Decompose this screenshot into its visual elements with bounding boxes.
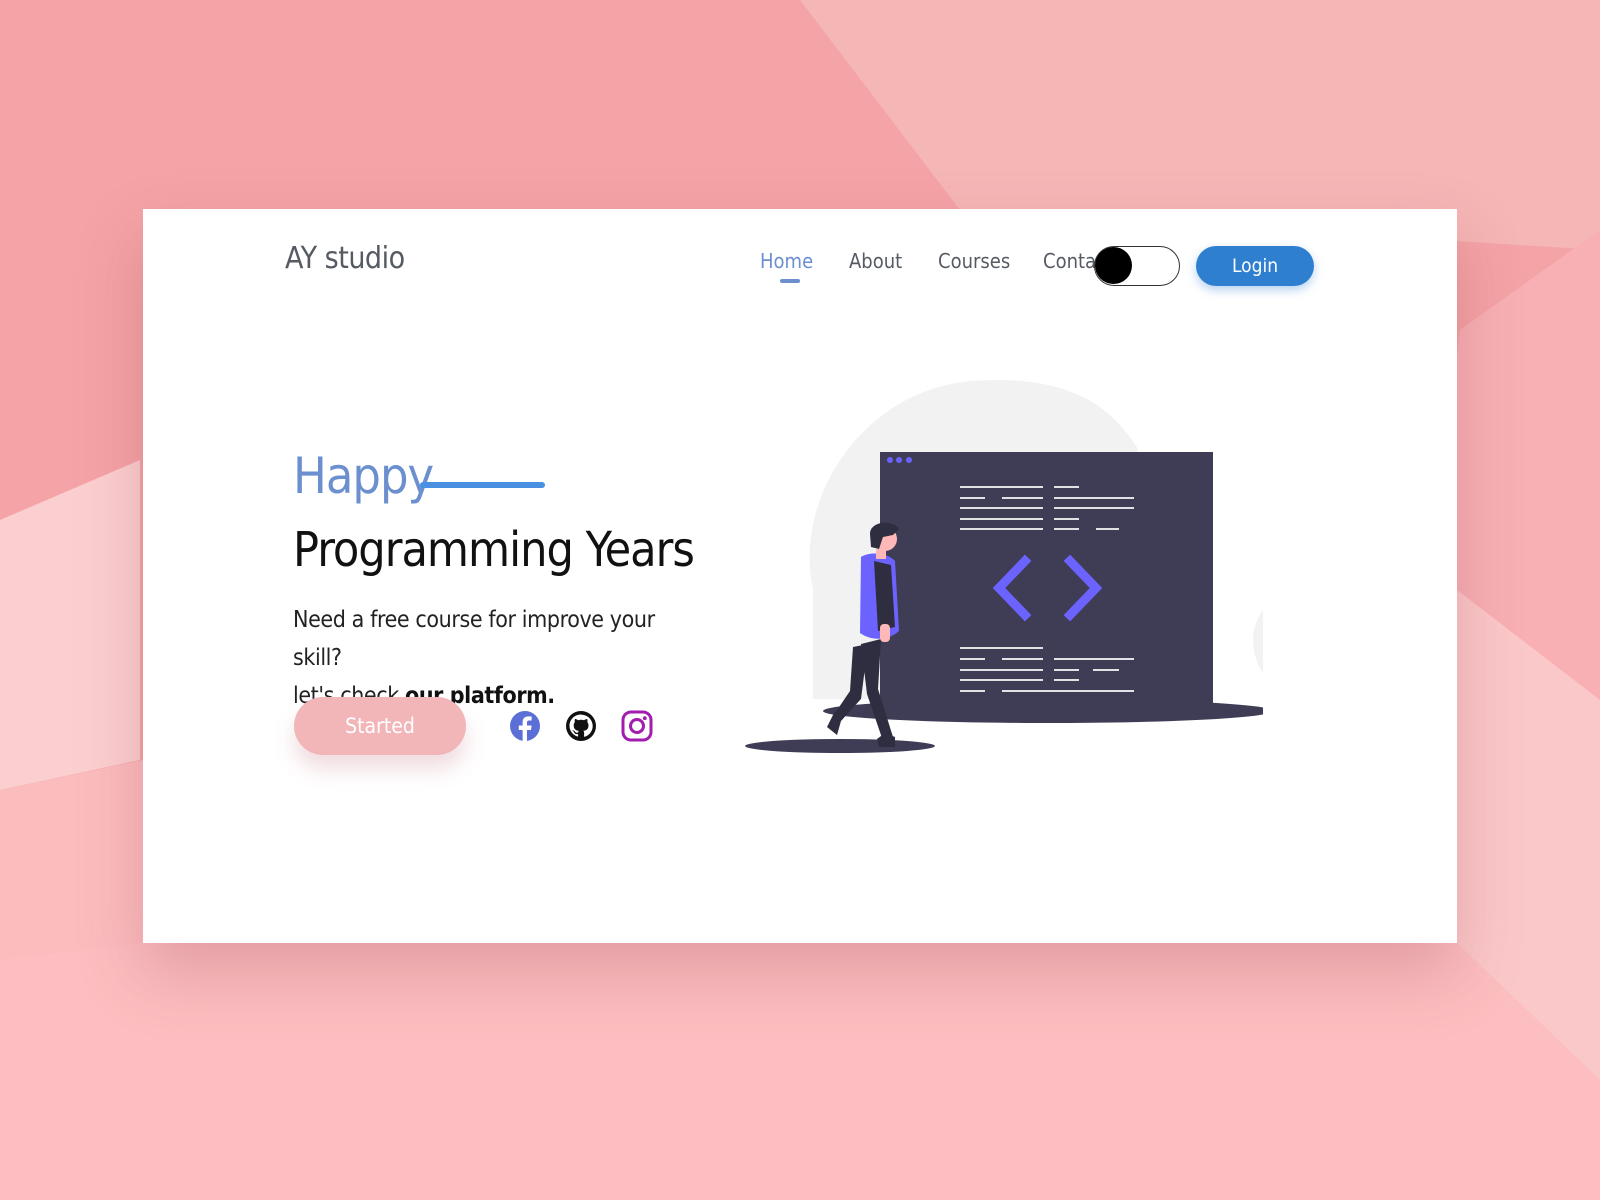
window-dot (887, 457, 893, 463)
nav-active-indicator (780, 279, 800, 283)
nav-about[interactable]: About (849, 249, 902, 273)
nav-courses[interactable]: Courses (938, 249, 1010, 273)
coding-illustration (745, 380, 1263, 753)
theme-toggle[interactable] (1094, 246, 1180, 286)
landing-card: AY studio Home About Courses Contact Log… (143, 209, 1457, 943)
facebook-icon[interactable] (508, 709, 542, 743)
nav-home-label: Home (760, 249, 814, 273)
github-icon[interactable] (564, 709, 598, 743)
nav-home[interactable]: Home (760, 249, 814, 283)
brand-logo[interactable]: AY studio (285, 241, 405, 276)
person-shadow (745, 739, 935, 753)
started-button[interactable]: Started (294, 697, 466, 755)
window-dot (896, 457, 902, 463)
hero-title: Programming Years (293, 522, 695, 578)
login-button[interactable]: Login (1196, 246, 1314, 286)
toggle-knob (1095, 247, 1132, 284)
tree-decoration (1253, 610, 1263, 673)
code-window (880, 452, 1213, 714)
instagram-icon[interactable] (620, 709, 654, 743)
window-dot (906, 457, 912, 463)
hero-desc-line1: Need a free course for improve your skil… (293, 607, 655, 671)
kicker-underline (420, 482, 545, 488)
hero-kicker: Happy (293, 447, 434, 505)
